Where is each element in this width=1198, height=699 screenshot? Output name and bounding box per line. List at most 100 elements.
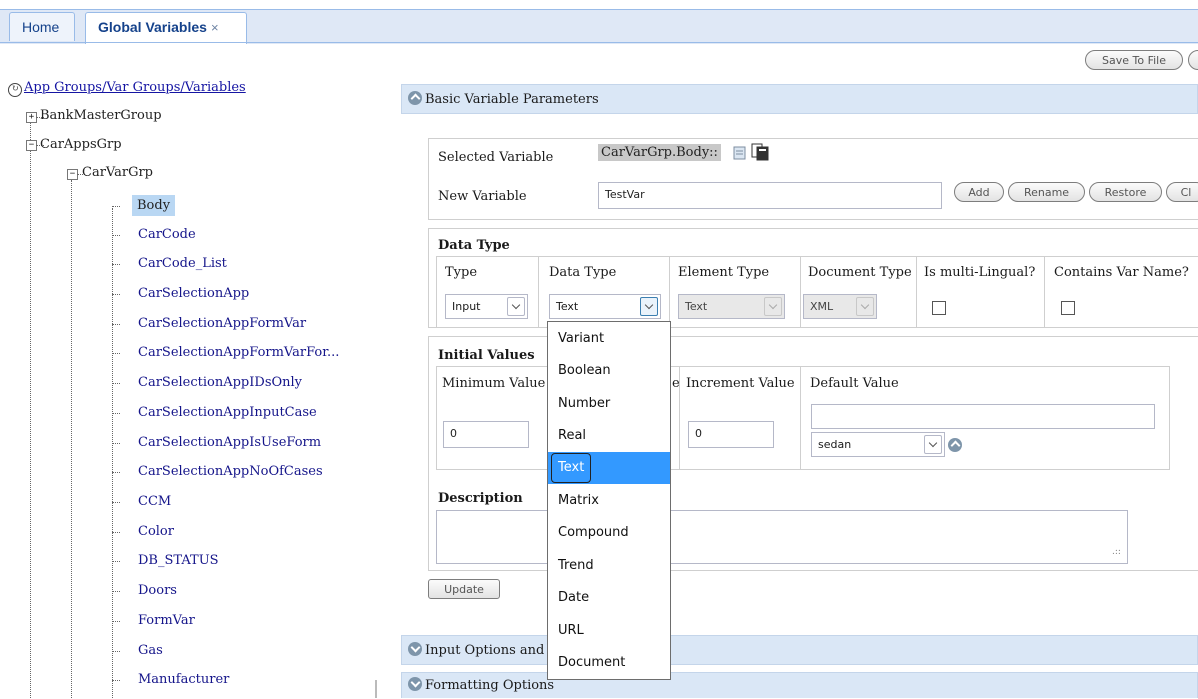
doc-icon[interactable] [733, 146, 747, 160]
expand-circle-icon[interactable] [408, 677, 422, 691]
dropdown-option-real[interactable]: Real [548, 420, 670, 452]
dropdown-option-variant[interactable]: Variant [548, 323, 670, 355]
increment-value-input[interactable]: 0 [688, 421, 774, 448]
tab-global-variables-label: Global Variables [98, 19, 207, 35]
tree-variable-item-selected[interactable]: Body [132, 195, 176, 216]
selected-variable-value: CarVarGrp.Body:: [598, 144, 721, 161]
copy-icon[interactable] [751, 143, 771, 161]
rename-button[interactable]: Rename [1008, 182, 1085, 202]
tree-group-item[interactable]: CarAppsGrp [40, 137, 122, 152]
dropdown-option-boolean[interactable]: Boolean [548, 355, 670, 387]
tree-variable-item[interactable]: FormVar [138, 613, 195, 628]
save-to-file-button[interactable]: Save To File [1085, 50, 1183, 70]
dropdown-option-document[interactable]: Document [548, 647, 670, 679]
tab-bar: Home Global Variables × [0, 0, 1198, 44]
dropdown-option-matrix[interactable]: Matrix [548, 485, 670, 517]
tree-variable-item[interactable]: DB_STATUS [138, 553, 219, 568]
tree-variable-item[interactable]: Color [138, 524, 174, 539]
tree-variable-item[interactable]: Manufacturer [138, 672, 229, 687]
refresh-icon[interactable]: ↻ [8, 83, 22, 97]
data-type-heading: Data Type [438, 238, 510, 253]
close-icon[interactable]: × [211, 20, 219, 35]
data-type-dropdown-list: Variant Boolean Number Real Text Matrix … [547, 321, 671, 680]
description-label: Description [438, 491, 523, 506]
column-divider [916, 256, 917, 328]
contains-var-name-checkbox[interactable] [1061, 301, 1075, 315]
dropdown-option-url[interactable]: URL [548, 615, 670, 647]
minimum-value-input[interactable]: 0 [443, 421, 529, 448]
collapse-circle-icon[interactable] [948, 438, 962, 452]
input-options-title: Input Options and [425, 643, 545, 658]
tree-variable-item[interactable]: CCM [138, 494, 171, 509]
formatting-options-header[interactable]: Formatting Options [401, 672, 1198, 698]
document-type-select: XML [803, 294, 877, 319]
new-variable-input[interactable]: TestVar [598, 182, 942, 209]
restore-button[interactable]: Restore [1089, 182, 1162, 202]
chevron-down-icon[interactable] [924, 435, 942, 454]
description-textarea[interactable] [436, 510, 1128, 564]
tree-variable-item[interactable]: CarSelectionAppFormVarFor... [138, 345, 339, 360]
tree-variable-item[interactable]: CarSelectionAppIDsOnly [138, 375, 302, 390]
tree-connector [112, 413, 120, 414]
add-button[interactable]: Add [954, 182, 1004, 202]
tab-home-label: Home [22, 19, 60, 35]
tree-variable-item[interactable]: CarSelectionApp [138, 286, 249, 301]
tree-variable-item[interactable]: CarSelectionAppFormVar [138, 316, 306, 331]
tree-variable-item[interactable]: CarSelectionAppIsUseForm [138, 435, 321, 450]
tree-root-link[interactable]: ↻ App Groups/Var Groups/Variables [8, 80, 246, 97]
close-button[interactable]: Cl [1166, 182, 1198, 202]
multilingual-checkbox[interactable] [932, 301, 946, 315]
tree-variable-item[interactable]: CarCode_List [138, 256, 227, 271]
selected-variable-label: Selected Variable [438, 150, 554, 165]
dropdown-option-compound[interactable]: Compound [548, 517, 670, 549]
tree-root-label: App Groups/Var Groups/Variables [24, 80, 246, 95]
maximum-value-label: e [672, 376, 680, 391]
more-button[interactable] [1188, 50, 1198, 70]
panel-splitter[interactable] [375, 680, 377, 698]
tab-bar-border [0, 42, 1198, 43]
dropdown-option-number[interactable]: Number [548, 388, 670, 420]
tab-global-variables[interactable]: Global Variables × [85, 12, 247, 44]
type-select[interactable]: Input [445, 294, 528, 319]
element-type-column-header: Element Type [678, 265, 770, 280]
expand-circle-icon[interactable] [408, 642, 422, 656]
default-value-input[interactable] [811, 404, 1155, 429]
dropdown-option-trend[interactable]: Trend [548, 550, 670, 582]
tree-vargroup-item[interactable]: CarVarGrp [82, 165, 153, 180]
column-divider [538, 256, 539, 328]
data-type-select[interactable]: Text [549, 294, 661, 319]
minimum-value-label: Minimum Value [442, 376, 546, 391]
collapse-circle-icon[interactable] [408, 91, 422, 105]
tree-connector [112, 532, 120, 533]
chevron-down-icon [764, 297, 782, 316]
tree-variable-item[interactable]: Doors [138, 583, 177, 598]
chevron-down-icon[interactable] [640, 297, 658, 316]
default-value-select-value: sedan [818, 438, 852, 451]
column-divider [1044, 256, 1045, 328]
type-select-value: Input [452, 300, 481, 313]
tree-connector [112, 353, 120, 354]
tree-group-item[interactable]: BankMasterGroup [40, 108, 162, 123]
tree-connector [112, 235, 120, 236]
tab-home[interactable]: Home [9, 12, 75, 41]
resize-handle-icon[interactable]: .:: [1112, 547, 1121, 557]
element-type-select-value: Text [685, 300, 708, 313]
tree-variable-item[interactable]: CarSelectionAppInputCase [138, 405, 317, 420]
tree-variable-item[interactable]: CarCode [138, 227, 196, 242]
tree-connector [112, 208, 113, 698]
data-type-select-value: Text [556, 300, 579, 313]
increment-value-label: Increment Value [686, 376, 795, 391]
dropdown-option-date[interactable]: Date [548, 582, 670, 614]
update-button[interactable]: Update [428, 579, 500, 599]
tree-variable-item[interactable]: CarSelectionAppNoOfCases [138, 464, 323, 479]
basic-parameters-header[interactable]: Basic Variable Parameters [401, 84, 1198, 114]
dropdown-option-text[interactable]: Text [548, 452, 670, 484]
input-options-header[interactable]: Input Options and [401, 635, 1198, 665]
tree-connector [112, 443, 120, 444]
column-divider [669, 256, 670, 328]
basic-parameters-title: Basic Variable Parameters [425, 92, 599, 107]
tree-variable-item[interactable]: Gas [138, 643, 163, 658]
tree-connector [112, 621, 120, 622]
chevron-down-icon[interactable] [507, 297, 525, 316]
default-value-select[interactable]: sedan [811, 432, 945, 457]
